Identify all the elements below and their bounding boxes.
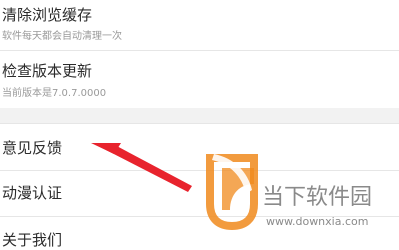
watermark-url: www.downxia.com: [266, 215, 369, 228]
watermark-logo-icon: [206, 154, 258, 230]
watermark-name: 当下软件园: [262, 185, 373, 210]
